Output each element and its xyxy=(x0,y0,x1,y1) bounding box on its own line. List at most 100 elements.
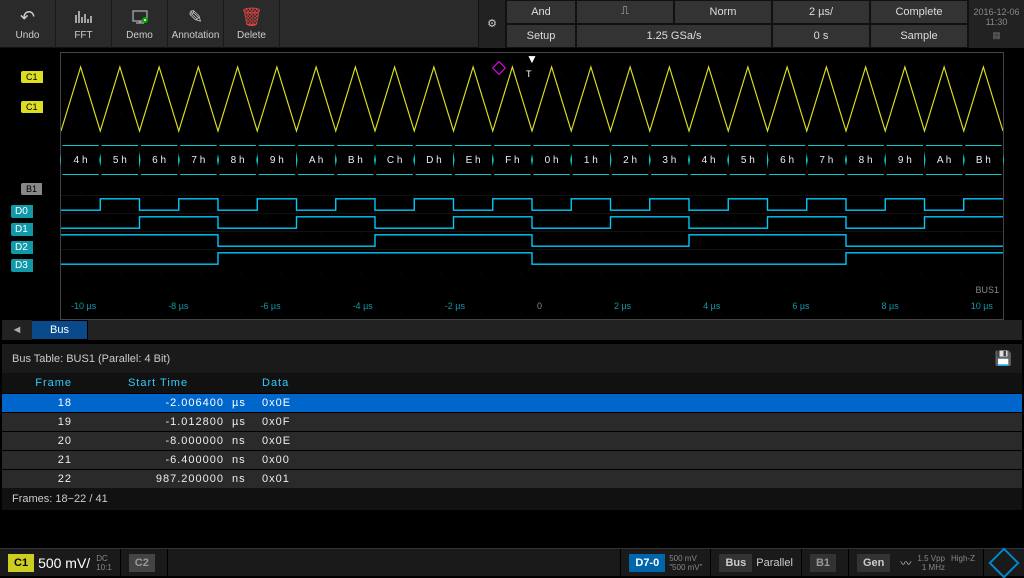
bus-cell: 4 h xyxy=(60,145,101,175)
b1-badge: B1 xyxy=(810,554,836,572)
annotation-label: Annotation xyxy=(172,30,220,41)
timebase-cell[interactable]: 2 µs/ xyxy=(772,0,870,24)
d70-badge: D7-0 xyxy=(629,554,665,572)
c1-scale: 500 mV/ xyxy=(38,555,90,571)
tab-bus[interactable]: Bus xyxy=(32,321,88,339)
status-spacer xyxy=(168,549,622,577)
wave-icon: 〰 xyxy=(900,555,911,571)
ch1-tag[interactable]: C1 xyxy=(21,101,43,113)
bus-cell: 7 h xyxy=(806,145,847,175)
b1-tag[interactable]: B1 xyxy=(21,183,42,195)
d2-tag[interactable]: D2 xyxy=(11,241,33,254)
demo-icon xyxy=(130,6,150,28)
d0-tag[interactable]: D0 xyxy=(11,205,33,218)
fft-button[interactable]: FFT xyxy=(56,0,112,48)
waveform-display[interactable]: ▼T C1 C1 B1 D0 D1 D2 D3 4 h5 h6 h7 h8 h9… xyxy=(60,52,1004,320)
bus-cell: 5 h xyxy=(727,145,768,175)
demo-button[interactable]: Demo xyxy=(112,0,168,48)
table-row[interactable]: 19-1.012800µs0x0F xyxy=(2,412,1022,431)
bus-cell: 8 h xyxy=(217,145,258,175)
bus-decode-row: 4 h5 h6 h7 h8 h9 hA hB hC hD hE hF h0 h1… xyxy=(61,145,1003,175)
fft-label: FFT xyxy=(74,30,92,41)
bus-cell: 8 h xyxy=(845,145,886,175)
d1-trace xyxy=(61,213,1003,231)
undo-button[interactable]: ↶ Undo xyxy=(0,0,56,48)
undo-icon: ↶ xyxy=(20,6,35,28)
date-text: 2016-12-06 xyxy=(973,7,1019,17)
c1-badge: C1 xyxy=(8,554,34,572)
pencil-icon: ✎ xyxy=(188,6,203,28)
ch1-edge-tag[interactable]: C1 xyxy=(21,71,43,83)
bus-label: BUS1 xyxy=(975,285,999,295)
bus-cell: 6 h xyxy=(139,145,180,175)
tab-prev-button[interactable]: ◄ xyxy=(2,320,32,340)
demo-label: Demo xyxy=(126,30,153,41)
datetime-display: 2016-12-06 11:30 ▦ xyxy=(968,0,1024,48)
table-row[interactable]: 21-6.400000ns0x00 xyxy=(2,450,1022,469)
trash-icon: 🗑 xyxy=(240,6,263,28)
bus-cell: C h xyxy=(374,145,415,175)
frames-info: Frames: 18−22 / 41 xyxy=(2,488,1022,510)
status-b1[interactable]: B1 xyxy=(802,549,849,577)
status-d70[interactable]: D7-0 500 mV"500 mV" xyxy=(621,549,711,577)
bus-cell: 3 h xyxy=(649,145,690,175)
sample-mode-cell[interactable]: Sample xyxy=(870,24,968,48)
status-bus[interactable]: Bus Parallel xyxy=(711,549,801,577)
bus-cell: 4 h xyxy=(688,145,729,175)
bus-cell: F h xyxy=(492,145,533,175)
status-gen[interactable]: Gen 〰 1.5 Vpp1 MHz High-Z xyxy=(849,549,984,577)
d0-trace xyxy=(61,195,1003,213)
status-c2[interactable]: C2 xyxy=(121,549,168,577)
acq-mode-cell[interactable]: Norm xyxy=(674,0,772,24)
delete-label: Delete xyxy=(237,30,266,41)
bus-cell: B h xyxy=(963,145,1004,175)
bus-cell: E h xyxy=(453,145,494,175)
undo-label: Undo xyxy=(16,30,40,41)
rising-edge-icon: ⎍ xyxy=(621,5,629,18)
run-state-cell[interactable]: Complete xyxy=(870,0,968,24)
d3-trace xyxy=(61,249,1003,267)
hdr-data: Data xyxy=(262,377,342,389)
bus-cell: 9 h xyxy=(256,145,297,175)
settings-button[interactable]: ⚙ xyxy=(478,0,506,48)
fft-icon xyxy=(74,6,94,28)
gear-icon: ⚙ xyxy=(487,17,497,30)
hdr-frame: Frame xyxy=(12,377,92,389)
table-header: Frame Start Time Data xyxy=(2,373,1022,393)
sample-rate-cell[interactable]: 1.25 GSa/s xyxy=(576,24,772,48)
brand-logo xyxy=(984,549,1024,577)
bus-cell: 2 h xyxy=(610,145,651,175)
layout-icon: ▦ xyxy=(992,30,1001,41)
bus-badge: Bus xyxy=(719,554,752,572)
bus-cell: 1 h xyxy=(570,145,611,175)
analog-trace xyxy=(61,65,1003,133)
annotation-button[interactable]: ✎ Annotation xyxy=(168,0,224,48)
delete-button[interactable]: 🗑 Delete xyxy=(224,0,280,48)
bus-cell: 0 h xyxy=(531,145,572,175)
d3-tag[interactable]: D3 xyxy=(11,259,33,272)
d1-tag[interactable]: D1 xyxy=(11,223,33,236)
time-axis: -10 µs-8 µs-6 µs-4 µs-2 µs02 µs4 µs6 µs8… xyxy=(61,301,1003,317)
bus-name: Parallel xyxy=(756,557,793,569)
bus-cell: 5 h xyxy=(99,145,140,175)
trigger-mode-cell[interactable]: And xyxy=(506,0,576,24)
bus-cell: 9 h xyxy=(884,145,925,175)
bus-cell: 7 h xyxy=(178,145,219,175)
hdr-start: Start Time xyxy=(92,377,232,389)
bus-cell: A h xyxy=(296,145,337,175)
save-icon[interactable]: 💾 xyxy=(995,350,1012,367)
table-row[interactable]: 18-2.006400µs0x0E xyxy=(2,393,1022,412)
time-text: 11:30 xyxy=(986,17,1008,27)
setup-cell[interactable]: Setup xyxy=(506,24,576,48)
bus-cell: 6 h xyxy=(767,145,808,175)
d2-trace xyxy=(61,231,1003,249)
bus-cell: A h xyxy=(924,145,965,175)
trigger-edge-cell[interactable]: ⎍ xyxy=(576,0,674,24)
table-row[interactable]: 20-8.000000ns0x0E xyxy=(2,431,1022,450)
bus-table-title: Bus Table: BUS1 (Parallel: 4 Bit) xyxy=(12,353,170,365)
table-row[interactable]: 22987.200000ns0x01 xyxy=(2,469,1022,488)
offset-cell[interactable]: 0 s xyxy=(772,24,870,48)
status-c1[interactable]: C1 500 mV/ DC10:1 xyxy=(0,549,121,577)
gen-badge: Gen xyxy=(857,554,890,572)
bus-cell: B h xyxy=(335,145,376,175)
